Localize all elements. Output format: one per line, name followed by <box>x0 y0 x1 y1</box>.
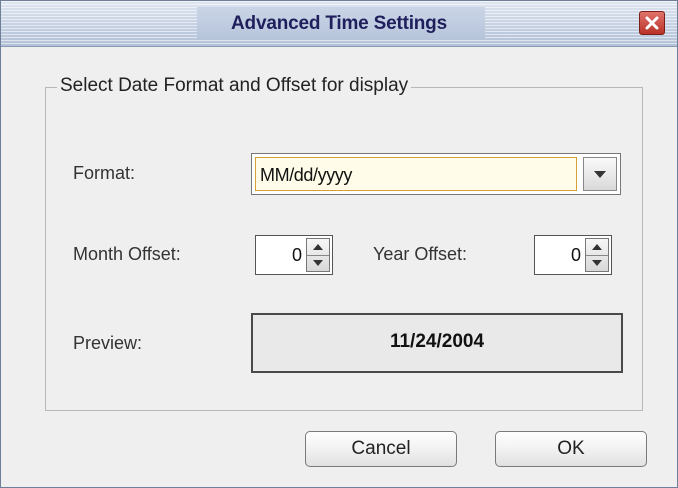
format-combobox[interactable]: MM/dd/yyyy <box>251 153 621 195</box>
arrow-up-icon <box>313 244 323 250</box>
year-offset-spinner[interactable]: 0 <box>534 235 612 275</box>
year-offset-decrement[interactable] <box>586 255 608 271</box>
arrow-down-icon <box>313 260 323 266</box>
arrow-down-icon <box>592 260 602 266</box>
month-offset-spinner[interactable]: 0 <box>255 235 333 275</box>
ok-button[interactable]: OK <box>495 431 647 467</box>
close-button[interactable] <box>639 11 665 35</box>
year-offset-increment[interactable] <box>586 239 608 256</box>
month-offset-spin-buttons <box>306 238 330 272</box>
title-bar[interactable]: Advanced Time Settings <box>1 1 677 47</box>
year-offset-value[interactable]: 0 <box>571 245 581 266</box>
preview-box: 11/24/2004 <box>251 313 623 373</box>
groupbox-legend: Select Date Format and Offset for displa… <box>57 75 412 97</box>
preview-label: Preview: <box>73 333 143 353</box>
cancel-button[interactable]: Cancel <box>305 431 457 467</box>
advanced-time-settings-dialog: Advanced Time Settings Select Date Forma… <box>0 0 678 488</box>
year-offset-label: Year Offset: <box>373 244 468 264</box>
month-offset-label: Month Offset: <box>73 244 181 264</box>
month-offset-decrement[interactable] <box>307 255 329 271</box>
format-field[interactable]: MM/dd/yyyy <box>255 157 577 191</box>
preview-value: 11/24/2004 <box>389 331 485 352</box>
chevron-down-icon <box>594 171 606 178</box>
month-offset-value[interactable]: 0 <box>292 245 302 266</box>
window-title: Advanced Time Settings <box>231 13 447 34</box>
arrow-up-icon <box>592 244 602 250</box>
format-label: Format: <box>73 163 136 183</box>
month-offset-increment[interactable] <box>307 239 329 256</box>
format-dropdown-button[interactable] <box>583 157 617 191</box>
year-offset-spin-buttons <box>585 238 609 272</box>
close-icon <box>645 16 659 30</box>
